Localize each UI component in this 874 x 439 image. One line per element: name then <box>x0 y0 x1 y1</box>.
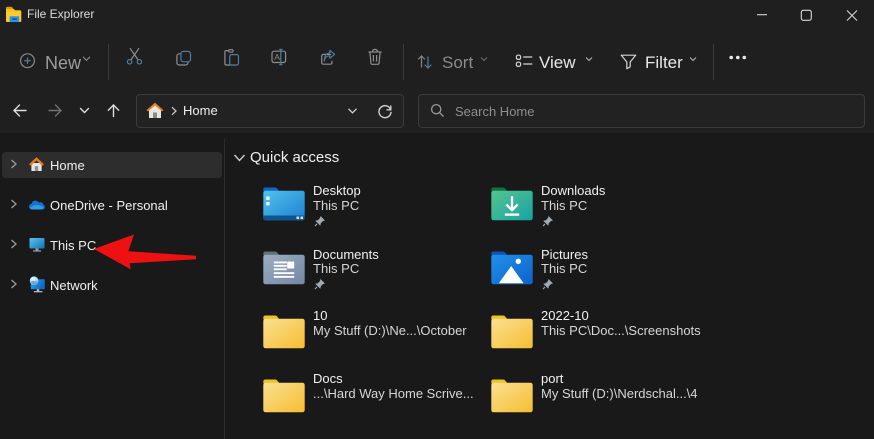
svg-text:A: A <box>274 52 280 62</box>
